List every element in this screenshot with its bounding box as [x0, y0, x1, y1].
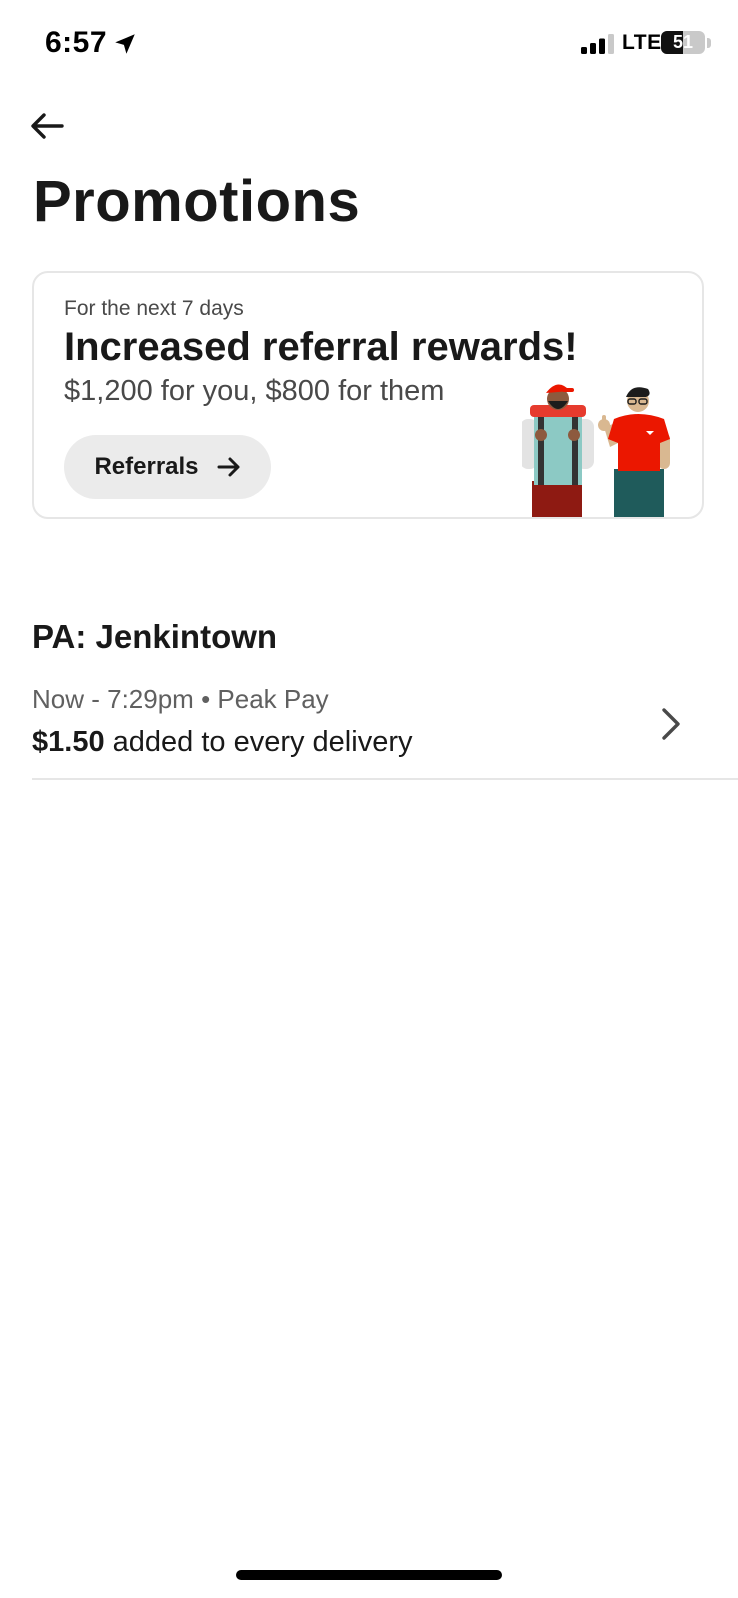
- arrow-right-icon: [217, 457, 240, 477]
- promo-subline: $1,200 for you, $800 for them: [64, 375, 445, 407]
- referrals-button[interactable]: Referrals: [64, 435, 271, 499]
- signal-icon: [581, 34, 614, 54]
- page-title: Promotions: [33, 169, 361, 234]
- zone-title: PA: Jenkintown: [32, 618, 278, 655]
- promotions-screen: 6:57 LTE 51 Promotions For the next 7 da…: [0, 0, 738, 1598]
- location-arrow-icon: [115, 34, 135, 54]
- peak-pay-promotion-row[interactable]: Now - 7:29pm • Peak Pay $1.50 added to e…: [32, 668, 738, 780]
- promo-headline: Increased referral rewards!: [64, 325, 578, 369]
- promotion-detail: $1.50 added to every delivery: [32, 726, 412, 759]
- promotion-meta: Now - 7:29pm • Peak Pay: [32, 684, 329, 714]
- battery-cap: [707, 38, 711, 48]
- referral-promo-card[interactable]: For the next 7 days Increased referral r…: [32, 271, 704, 519]
- promotion-description: added to every delivery: [104, 726, 413, 758]
- status-bar: 6:57 LTE 51: [0, 0, 738, 90]
- arrow-left-icon: [31, 113, 64, 139]
- network-label: LTE: [622, 31, 662, 54]
- battery-icon: 51: [661, 31, 705, 54]
- home-indicator[interactable]: [236, 1570, 502, 1580]
- referrals-button-label: Referrals: [94, 453, 199, 480]
- status-time: 6:57: [45, 26, 108, 59]
- battery-level: 51: [672, 32, 694, 52]
- chevron-right-icon: [662, 708, 680, 740]
- two-dashers-illustration: [522, 384, 670, 517]
- back-button[interactable]: [22, 101, 72, 151]
- promo-eyebrow: For the next 7 days: [64, 297, 244, 320]
- promotion-amount: $1.50: [32, 726, 105, 758]
